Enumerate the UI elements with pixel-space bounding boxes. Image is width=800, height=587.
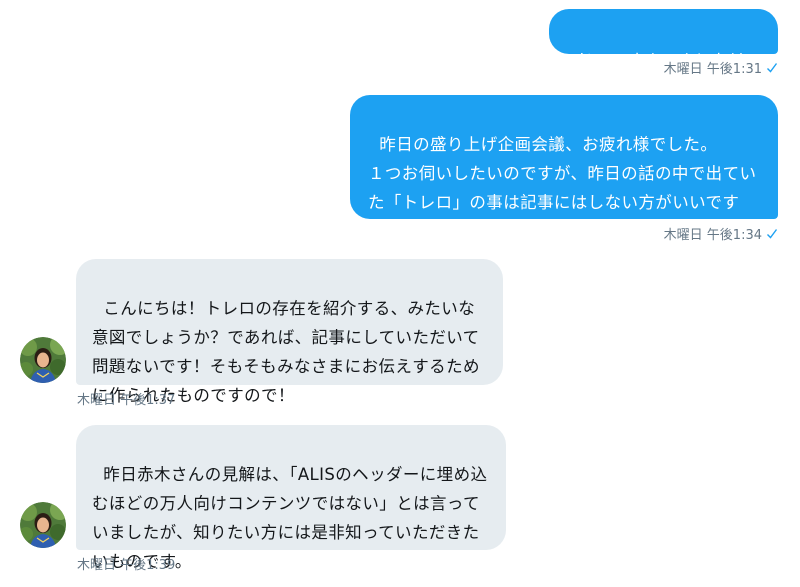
message-timestamp: 木曜日 午後1:37 bbox=[77, 393, 175, 409]
received-message-bubble[interactable]: こんにちは！トレロの存在を紹介する、みたいな意図でしょうか？であれば、記事にして… bbox=[76, 259, 503, 405]
checkmark-icon bbox=[767, 63, 778, 73]
avatar-photo-icon bbox=[20, 502, 66, 548]
avatar[interactable] bbox=[20, 502, 66, 548]
sent-message-bubble[interactable]: じゃいさんこんにちは。 bbox=[549, 9, 778, 70]
message-timestamp: 木曜日 午後1:39 bbox=[77, 558, 175, 574]
timestamp-text: 木曜日 午後1:39 bbox=[77, 558, 176, 573]
timestamp-text: 木曜日 午後1:37 bbox=[77, 393, 176, 408]
received-message-bubble[interactable]: 昨日赤木さんの見解は、「ALISのヘッダーに埋め込むほどの万人向けコンテンツでは… bbox=[76, 425, 506, 571]
message-text: こんにちは！トレロの存在を紹介する、みたいな意図でしょうか？であれば、記事にして… bbox=[92, 299, 480, 405]
timestamp-text: 木曜日 午後1:31 bbox=[663, 62, 762, 77]
message-timestamp: 木曜日 午後1:31 bbox=[664, 62, 778, 78]
message-text: 昨日赤木さんの見解は、「ALISのヘッダーに埋め込むほどの万人向けコンテンツでは… bbox=[92, 465, 488, 571]
avatar-photo-icon bbox=[20, 337, 66, 383]
message-text: 昨日の盛り上げ企画会議、お疲れ様でした。 １つお伺いしたいのですが、昨日の話の中… bbox=[368, 135, 757, 241]
avatar[interactable] bbox=[20, 337, 66, 383]
checkmark-icon bbox=[767, 229, 778, 239]
timestamp-text: 木曜日 午後1:34 bbox=[663, 228, 762, 243]
message-timestamp: 木曜日 午後1:34 bbox=[664, 228, 778, 244]
sent-message-bubble[interactable]: 昨日の盛り上げ企画会議、お疲れ様でした。 １つお伺いしたいのですが、昨日の話の中… bbox=[350, 95, 778, 241]
